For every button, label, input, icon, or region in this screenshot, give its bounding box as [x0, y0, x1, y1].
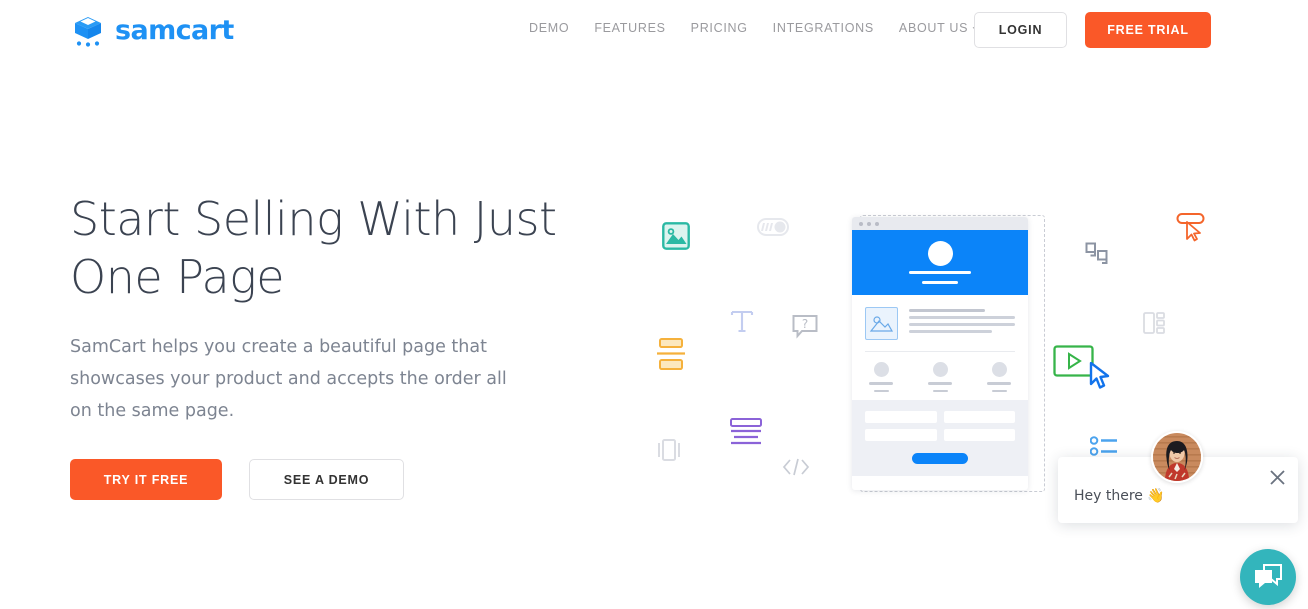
mockup-feature-row [865, 362, 1015, 392]
mockup-hero-line [922, 281, 958, 284]
mockup-hero-line [909, 271, 971, 274]
mockup-text-lines [909, 307, 1015, 333]
mockup-feature-circle [932, 362, 948, 377]
mockup-avatar-circle [927, 241, 953, 266]
site-header: samcart DEMO FEATURES PRICING INTEGRATIO… [0, 0, 1308, 60]
mockup-input-field [865, 411, 937, 423]
logo-text: samcart [115, 14, 234, 46]
mockup-feature [928, 362, 952, 392]
mockup-submit-button [912, 453, 968, 464]
mockup-line [909, 323, 1015, 326]
hero-subtitle: SamCart helps you create a beautiful pag… [70, 337, 507, 421]
mockup-feature-circle [873, 362, 889, 377]
text-align-icon [730, 418, 762, 451]
mockup-browser-bar [852, 217, 1028, 230]
text-block-icon [730, 308, 754, 339]
divider-block-icon [657, 338, 685, 375]
chat-message-text: Hey there 👋 [1074, 488, 1165, 504]
header-actions: LOGIN FREE TRIAL [974, 12, 1211, 48]
mockup-line [932, 389, 948, 392]
mockup-divider [865, 351, 1015, 352]
hero-cta-group: TRY IT FREE SEE A DEMO [70, 459, 590, 500]
nav-label: FEATURES [594, 21, 666, 35]
chat-bubble-icon [1255, 564, 1282, 588]
nav-label: DEMO [529, 21, 570, 35]
code-block-icon [782, 458, 810, 481]
browser-dot [867, 221, 871, 226]
mockup-line [909, 309, 986, 312]
mockup-line [873, 389, 889, 392]
mockup-form-row [865, 411, 1015, 423]
close-icon[interactable] [1269, 469, 1286, 486]
mockup-line [928, 382, 952, 385]
logo[interactable]: samcart [70, 13, 234, 47]
mockup-input-field [865, 429, 937, 441]
toggle-switch-icon [757, 218, 789, 241]
faq-bubble-icon: ? [792, 314, 818, 345]
svg-text:?: ? [802, 317, 808, 331]
login-button[interactable]: LOGIN [974, 12, 1067, 48]
avatar [1151, 431, 1203, 483]
mockup-media-row [865, 307, 1015, 340]
mockup-line [991, 389, 1007, 392]
try-it-free-button[interactable]: TRY IT FREE [70, 459, 222, 500]
two-column-layout-icon [1143, 312, 1165, 339]
mockup-feature [869, 362, 893, 392]
nav-label: INTEGRATIONS [772, 21, 874, 35]
mockup-line [869, 382, 893, 385]
one-page-checkout-mockup [852, 217, 1028, 490]
hero-content: Start Selling With Just One Page SamCart… [70, 190, 590, 500]
mockup-image-placeholder-icon [865, 307, 898, 340]
nav-item-demo[interactable]: DEMO [529, 21, 569, 35]
mockup-checkout-form [852, 400, 1028, 476]
mockup-input-field [943, 429, 1015, 441]
mockup-line [909, 330, 992, 333]
free-trial-button[interactable]: FREE TRIAL [1085, 12, 1211, 48]
mockup-form-row [865, 429, 1015, 441]
chat-launcher-button[interactable] [1240, 549, 1296, 605]
button-cursor-icon [1176, 212, 1206, 247]
quote-block-icon [1085, 242, 1113, 275]
mockup-line [909, 316, 1015, 319]
carousel-icon [657, 438, 681, 467]
mockup-input-field [943, 411, 1015, 423]
mockup-hero-banner [852, 230, 1028, 295]
nav-item-integrations[interactable]: INTEGRATIONS [773, 21, 874, 35]
image-block-icon [662, 222, 690, 255]
nav-item-pricing[interactable]: PRICING [691, 21, 748, 35]
browser-dot [859, 221, 863, 226]
mouse-cursor-icon [1088, 361, 1112, 395]
browser-dot [875, 221, 879, 226]
nav-item-features[interactable]: FEATURES [594, 21, 665, 35]
mockup-feature-circle [991, 362, 1007, 377]
nav-item-about-us[interactable]: ABOUT US [899, 21, 981, 35]
shopping-cart-icon [70, 13, 106, 47]
main-navigation: DEMO FEATURES PRICING INTEGRATIONS ABOUT… [529, 21, 981, 35]
nav-label: ABOUT US [898, 21, 969, 35]
mockup-feature [987, 362, 1011, 392]
see-a-demo-button[interactable]: SEE A DEMO [249, 459, 404, 500]
mockup-line [987, 382, 1011, 385]
page-title: Start Selling With Just One Page [70, 192, 557, 304]
nav-label: PRICING [690, 21, 748, 35]
mockup-body [852, 295, 1028, 400]
